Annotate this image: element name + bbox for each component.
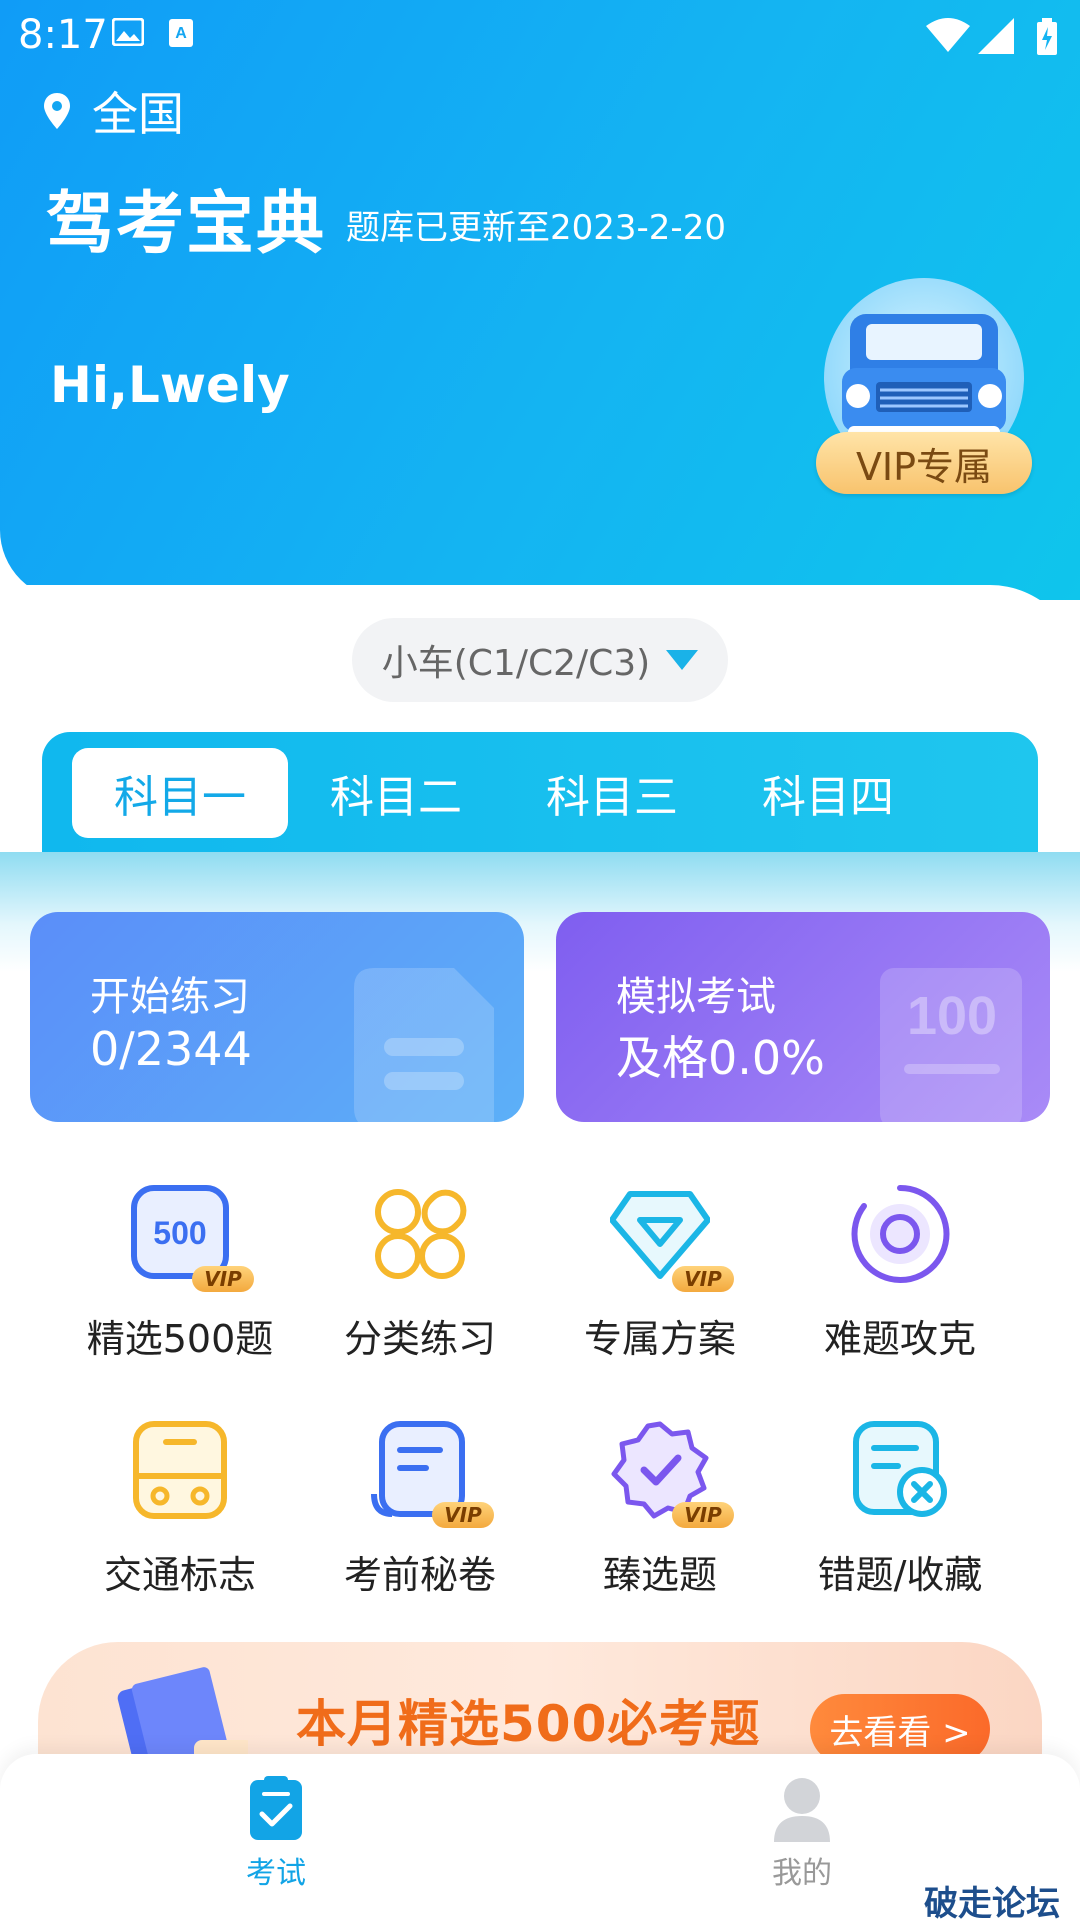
feature-label: 难题攻克	[823, 1317, 976, 1361]
feature-label: 精选500题	[86, 1317, 274, 1361]
subject-tabs: 科目一 科目二 科目三 科目四	[42, 732, 1038, 852]
vip-exclusive-button[interactable]: VIP专属	[816, 432, 1032, 494]
text-notification-icon: A	[169, 19, 193, 47]
forum-watermark: 破走论坛	[924, 1884, 1060, 1920]
banner-title: 本月精选500必考题	[296, 1695, 761, 1753]
score-paper-text: 100	[907, 986, 997, 1046]
exam-pass-rate: 及格0.0%	[616, 1031, 825, 1085]
document-icon	[354, 968, 494, 1122]
feature-label: 专属方案	[583, 1317, 736, 1361]
bus-icon	[133, 1421, 227, 1519]
signal-icon	[978, 18, 1014, 54]
exam-clipboard-icon	[250, 1776, 302, 1840]
practice-progress: 0/2344	[90, 1022, 252, 1076]
feature-label: 臻选题	[602, 1553, 717, 1597]
feature-exclusive-plan[interactable]: VIP 专属方案	[540, 1184, 780, 1374]
feature-pre-exam-paper[interactable]: VIP 考前秘卷	[300, 1420, 540, 1610]
status-time: 8:17	[18, 12, 108, 58]
tab-subject-2[interactable]: 科目二	[288, 748, 504, 838]
category-grid-icon	[375, 1189, 467, 1279]
feature-label: 分类练习	[343, 1317, 496, 1361]
nav-exam-label: 考试	[246, 1856, 306, 1891]
user-greeting: Hi,Lwely	[50, 356, 290, 414]
feature-traffic-signs[interactable]: 交通标志	[60, 1420, 300, 1610]
car-type-label: 小车(C1/C2/C3)	[381, 643, 651, 684]
feature-label: 考前秘卷	[343, 1553, 496, 1597]
feature-category-practice[interactable]: 分类练习	[300, 1184, 540, 1374]
app-title: 驾考宝典	[46, 185, 327, 264]
vip-tag: VIP	[672, 1266, 734, 1292]
feature-hard-questions[interactable]: 难题攻克	[780, 1184, 1020, 1374]
car-type-selector[interactable]: 小车(C1/C2/C3)	[352, 618, 728, 702]
start-practice-card[interactable]: 开始练习 0/2344	[30, 912, 524, 1122]
bottom-navigation: 考试 我的	[0, 1754, 1080, 1920]
score-paper-icon: 100	[880, 968, 1022, 1122]
status-bar: 8:17 A	[0, 0, 1080, 72]
tab-subject-3[interactable]: 科目三	[504, 748, 720, 838]
mock-exam-card[interactable]: 模拟考试 及格0.0% 100	[556, 912, 1050, 1122]
wrong-note-icon	[853, 1421, 947, 1517]
vip-tag: VIP	[192, 1266, 254, 1292]
exam-title: 模拟考试	[616, 974, 776, 1020]
wifi-icon	[926, 18, 970, 52]
target-icon	[851, 1184, 950, 1283]
image-notification-icon	[112, 18, 144, 46]
svg-text:A: A	[175, 25, 187, 42]
location-selector[interactable]: 全国	[44, 78, 184, 144]
feature-premium-questions[interactable]: VIP 臻选题	[540, 1420, 780, 1610]
feature-label: 交通标志	[103, 1553, 256, 1597]
nav-profile[interactable]: 我的	[722, 1776, 882, 1892]
vip-tag: VIP	[432, 1502, 494, 1528]
vip-tag: VIP	[672, 1502, 734, 1528]
tab-subject-4[interactable]: 科目四	[720, 748, 936, 838]
profile-icon	[774, 1778, 830, 1842]
nav-profile-label: 我的	[772, 1856, 832, 1891]
dropdown-caret-icon	[666, 650, 699, 670]
500-icon-text: 500	[153, 1215, 206, 1251]
feature-label: 错题/收藏	[817, 1553, 983, 1597]
location-label: 全国	[92, 87, 184, 141]
question-bank-update-text: 题库已更新至2023-2-20	[346, 208, 726, 248]
feature-wrong-favorites[interactable]: 错题/收藏	[780, 1420, 1020, 1610]
battery-icon	[1037, 18, 1057, 55]
practice-title: 开始练习	[90, 974, 250, 1020]
nav-exam[interactable]: 考试	[196, 1776, 356, 1892]
feature-selected-500[interactable]: 500 VIP 精选500题	[60, 1184, 300, 1374]
tab-subject-1[interactable]: 科目一	[72, 748, 288, 838]
location-pin-icon	[44, 93, 70, 129]
app-screen: 8:17 A 全国 驾考宝典 题库已更新至2023-2-20 Hi,Lwely	[0, 0, 1080, 1920]
